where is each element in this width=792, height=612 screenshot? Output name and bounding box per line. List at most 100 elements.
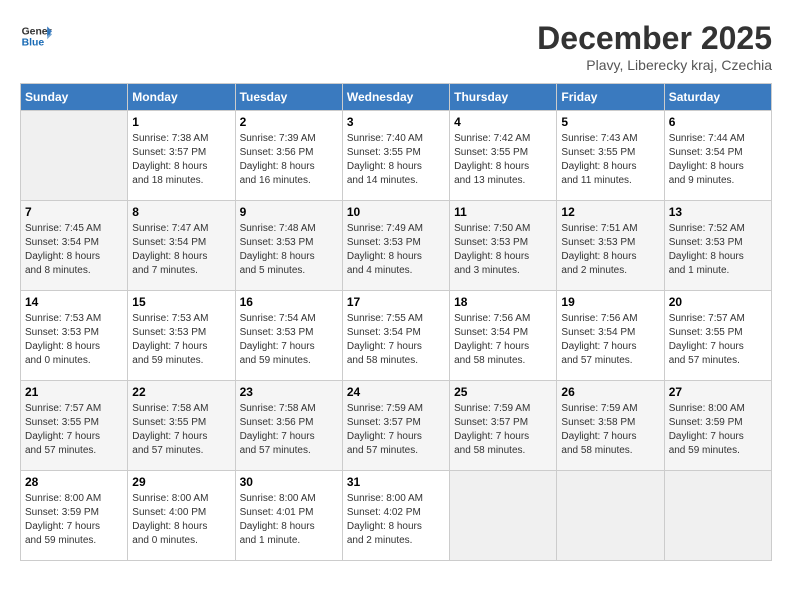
calendar-cell: 6 Sunrise: 7:44 AMSunset: 3:54 PMDaylight…	[664, 111, 771, 201]
day-number: 15	[132, 295, 230, 309]
calendar-cell	[557, 471, 664, 561]
day-number: 31	[347, 475, 445, 489]
day-detail: Sunrise: 7:48 AMSunset: 3:53 PMDaylight:…	[240, 222, 338, 278]
calendar-cell: 24Sunrise: 7:59 AMSunset: 3:57 PMDayligh…	[342, 381, 449, 471]
day-detail: Sunrise: 7:45 AMSunset: 3:54 PMDaylight:…	[25, 222, 123, 278]
day-number: 17	[347, 295, 445, 309]
location-subtitle: Plavy, Liberecky kraj, Czechia	[537, 57, 772, 73]
day-number: 20	[669, 295, 767, 309]
day-number: 2	[240, 115, 338, 129]
header: General Blue December 2025 Plavy, Libere…	[20, 20, 772, 73]
day-detail: Sunrise: 8:00 AMSunset: 4:00 PMDaylight:…	[132, 492, 230, 548]
title-area: December 2025 Plavy, Liberecky kraj, Cze…	[537, 20, 772, 73]
calendar-cell: 8 Sunrise: 7:47 AMSunset: 3:54 PMDaylight…	[128, 201, 235, 291]
calendar-cell: 14 Sunrise: 7:53 AMSunset: 3:53 PMDayligh…	[21, 291, 128, 381]
day-detail: Sunrise: 7:47 AMSunset: 3:54 PMDaylight:…	[132, 222, 230, 278]
calendar-body: 1 Sunrise: 7:38 AMSunset: 3:57 PMDaylight…	[21, 111, 772, 561]
day-detail: Sunrise: 7:53 AMSunset: 3:53 PMDaylight:…	[25, 312, 123, 368]
day-number: 1	[132, 115, 230, 129]
calendar-cell: 15Sunrise: 7:53 AMSunset: 3:53 PMDayligh…	[128, 291, 235, 381]
calendar-cell: 22Sunrise: 7:58 AMSunset: 3:55 PMDayligh…	[128, 381, 235, 471]
day-detail: Sunrise: 8:00 AMSunset: 3:59 PMDaylight:…	[669, 402, 767, 458]
calendar-cell: 27Sunrise: 8:00 AMSunset: 3:59 PMDayligh…	[664, 381, 771, 471]
day-detail: Sunrise: 7:57 AMSunset: 3:55 PMDaylight:…	[669, 312, 767, 368]
logo: General Blue	[20, 20, 52, 52]
day-detail: Sunrise: 7:55 AMSunset: 3:54 PMDaylight:…	[347, 312, 445, 368]
day-number: 12	[561, 205, 659, 219]
header-day-friday: Friday	[557, 84, 664, 111]
day-detail: Sunrise: 7:58 AMSunset: 3:56 PMDaylight:…	[240, 402, 338, 458]
calendar-cell: 29 Sunrise: 8:00 AMSunset: 4:00 PMDayligh…	[128, 471, 235, 561]
calendar-cell: 16 Sunrise: 7:54 AMSunset: 3:53 PMDayligh…	[235, 291, 342, 381]
day-detail: Sunrise: 7:54 AMSunset: 3:53 PMDaylight:…	[240, 312, 338, 368]
day-number: 18	[454, 295, 552, 309]
day-number: 29	[132, 475, 230, 489]
calendar-cell: 26 Sunrise: 7:59 AMSunset: 3:58 PMDayligh…	[557, 381, 664, 471]
day-number: 8	[132, 205, 230, 219]
header-day-tuesday: Tuesday	[235, 84, 342, 111]
day-detail: Sunrise: 7:42 AMSunset: 3:55 PMDaylight:…	[454, 132, 552, 188]
calendar-cell: 11Sunrise: 7:50 AMSunset: 3:53 PMDayligh…	[450, 201, 557, 291]
calendar-cell: 20 Sunrise: 7:57 AMSunset: 3:55 PMDayligh…	[664, 291, 771, 381]
calendar-cell: 10 Sunrise: 7:49 AMSunset: 3:53 PMDayligh…	[342, 201, 449, 291]
day-number: 5	[561, 115, 659, 129]
day-number: 26	[561, 385, 659, 399]
calendar-cell: 19 Sunrise: 7:56 AMSunset: 3:54 PMDayligh…	[557, 291, 664, 381]
calendar-cell	[450, 471, 557, 561]
calendar-cell: 25Sunrise: 7:59 AMSunset: 3:57 PMDayligh…	[450, 381, 557, 471]
day-number: 25	[454, 385, 552, 399]
day-number: 13	[669, 205, 767, 219]
day-detail: Sunrise: 7:49 AMSunset: 3:53 PMDaylight:…	[347, 222, 445, 278]
calendar-cell	[664, 471, 771, 561]
calendar-cell: 31 Sunrise: 8:00 AMSunset: 4:02 PMDayligh…	[342, 471, 449, 561]
day-number: 28	[25, 475, 123, 489]
day-detail: Sunrise: 7:50 AMSunset: 3:53 PMDaylight:…	[454, 222, 552, 278]
day-detail: Sunrise: 7:38 AMSunset: 3:57 PMDaylight:…	[132, 132, 230, 188]
calendar-cell: 4 Sunrise: 7:42 AMSunset: 3:55 PMDaylight…	[450, 111, 557, 201]
calendar-cell: 13 Sunrise: 7:52 AMSunset: 3:53 PMDayligh…	[664, 201, 771, 291]
day-detail: Sunrise: 8:00 AMSunset: 3:59 PMDaylight:…	[25, 492, 123, 548]
day-detail: Sunrise: 7:59 AMSunset: 3:58 PMDaylight:…	[561, 402, 659, 458]
day-detail: Sunrise: 7:51 AMSunset: 3:53 PMDaylight:…	[561, 222, 659, 278]
day-number: 9	[240, 205, 338, 219]
calendar-cell: 3 Sunrise: 7:40 AMSunset: 3:55 PMDaylight…	[342, 111, 449, 201]
day-detail: Sunrise: 7:44 AMSunset: 3:54 PMDaylight:…	[669, 132, 767, 188]
calendar-cell: 5Sunrise: 7:43 AMSunset: 3:55 PMDaylight…	[557, 111, 664, 201]
week-row-1: 7Sunrise: 7:45 AMSunset: 3:54 PMDaylight…	[21, 201, 772, 291]
day-number: 24	[347, 385, 445, 399]
day-number: 23	[240, 385, 338, 399]
day-detail: Sunrise: 7:52 AMSunset: 3:53 PMDaylight:…	[669, 222, 767, 278]
calendar-cell: 2 Sunrise: 7:39 AMSunset: 3:56 PMDaylight…	[235, 111, 342, 201]
week-row-4: 28 Sunrise: 8:00 AMSunset: 3:59 PMDayligh…	[21, 471, 772, 561]
day-detail: Sunrise: 7:56 AMSunset: 3:54 PMDaylight:…	[454, 312, 552, 368]
day-detail: Sunrise: 7:39 AMSunset: 3:56 PMDaylight:…	[240, 132, 338, 188]
calendar-cell: 30Sunrise: 8:00 AMSunset: 4:01 PMDayligh…	[235, 471, 342, 561]
calendar-header: SundayMondayTuesdayWednesdayThursdayFrid…	[21, 84, 772, 111]
day-number: 19	[561, 295, 659, 309]
day-detail: Sunrise: 8:00 AMSunset: 4:02 PMDaylight:…	[347, 492, 445, 548]
month-title: December 2025	[537, 20, 772, 57]
day-detail: Sunrise: 7:40 AMSunset: 3:55 PMDaylight:…	[347, 132, 445, 188]
calendar-cell: 12 Sunrise: 7:51 AMSunset: 3:53 PMDayligh…	[557, 201, 664, 291]
calendar-cell: 17 Sunrise: 7:55 AMSunset: 3:54 PMDayligh…	[342, 291, 449, 381]
day-number: 6	[669, 115, 767, 129]
day-number: 21	[25, 385, 123, 399]
calendar-cell: 1 Sunrise: 7:38 AMSunset: 3:57 PMDaylight…	[128, 111, 235, 201]
header-day-sunday: Sunday	[21, 84, 128, 111]
svg-text:Blue: Blue	[22, 38, 45, 49]
calendar-cell: 7Sunrise: 7:45 AMSunset: 3:54 PMDaylight…	[21, 201, 128, 291]
day-number: 10	[347, 205, 445, 219]
calendar-cell: 9 Sunrise: 7:48 AMSunset: 3:53 PMDaylight…	[235, 201, 342, 291]
day-number: 3	[347, 115, 445, 129]
day-number: 4	[454, 115, 552, 129]
calendar-table: SundayMondayTuesdayWednesdayThursdayFrid…	[20, 83, 772, 561]
calendar-cell: 23 Sunrise: 7:58 AMSunset: 3:56 PMDayligh…	[235, 381, 342, 471]
day-number: 16	[240, 295, 338, 309]
header-day-wednesday: Wednesday	[342, 84, 449, 111]
day-detail: Sunrise: 7:56 AMSunset: 3:54 PMDaylight:…	[561, 312, 659, 368]
day-detail: Sunrise: 8:00 AMSunset: 4:01 PMDaylight:…	[240, 492, 338, 548]
header-day-saturday: Saturday	[664, 84, 771, 111]
week-row-0: 1 Sunrise: 7:38 AMSunset: 3:57 PMDaylight…	[21, 111, 772, 201]
week-row-3: 21Sunrise: 7:57 AMSunset: 3:55 PMDayligh…	[21, 381, 772, 471]
day-number: 14	[25, 295, 123, 309]
